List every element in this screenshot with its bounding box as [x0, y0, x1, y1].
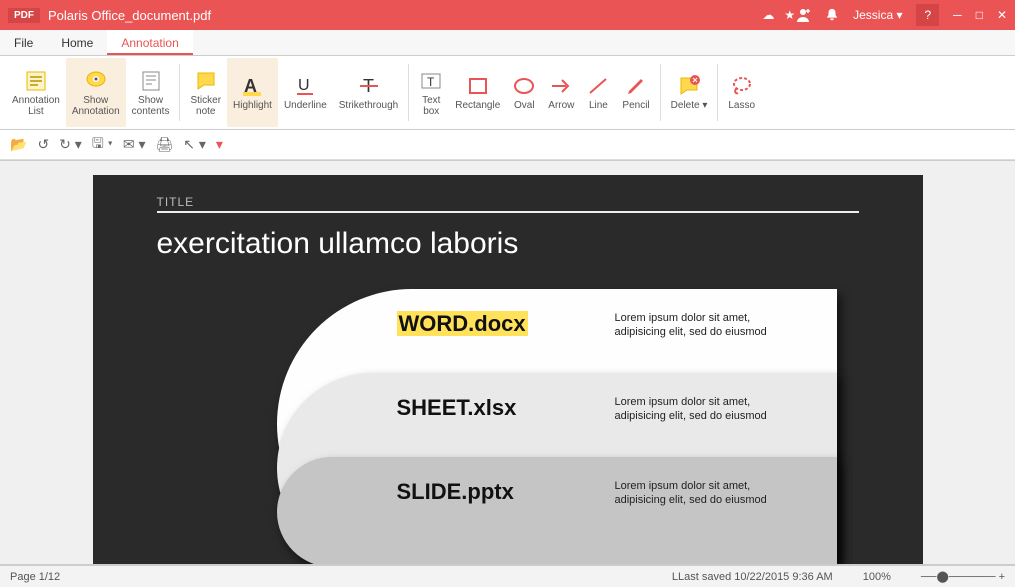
svg-text:U: U [298, 77, 310, 94]
slide-page: TITLE exercitation ullamco laboris WORD.… [93, 175, 923, 565]
redo-icon[interactable]: ↻ ▾ [59, 136, 82, 153]
document-canvas[interactable]: TITLE exercitation ullamco laboris WORD.… [0, 160, 1015, 565]
open-icon[interactable]: 📂 [10, 136, 27, 153]
textbox-button[interactable]: TText box [413, 58, 449, 127]
pdf-badge: PDF [8, 8, 40, 23]
mail-icon[interactable]: ✉ ▾ [123, 136, 146, 153]
pencil-button[interactable]: Pencil [616, 58, 655, 127]
card-stack: WORD.docx Lorem ipsum dolor sit amet, ad… [277, 289, 837, 565]
sticker-note-button[interactable]: Sticker note [184, 58, 227, 127]
tab-home[interactable]: Home [47, 30, 107, 55]
slide-title-label: TITLE [157, 195, 859, 213]
strikethrough-button[interactable]: TStrikethrough [333, 58, 404, 127]
ribbon: Annotation List Show Annotation Show con… [0, 56, 1015, 130]
card-body: Lorem ipsum dolor sit amet, adipisicing … [615, 311, 805, 340]
undo-icon[interactable]: ↺ [37, 136, 49, 153]
card-heading: SHEET.xlsx [397, 395, 587, 421]
ribbon-tabs: File Home Annotation [0, 30, 1015, 56]
save-icon[interactable]: 🖫 ▾ [92, 133, 113, 157]
tab-file[interactable]: File [0, 30, 47, 55]
zoom-level[interactable]: 100% [863, 571, 891, 583]
delete-annotation-button[interactable]: Delete ▾ [665, 58, 714, 127]
title-bar: PDF Polaris Office_document.pdf ☁ ★ Jess… [0, 0, 1015, 30]
page-indicator[interactable]: Page 1/12 [10, 571, 60, 583]
card-body: Lorem ipsum dolor sit amet, adipisicing … [615, 395, 805, 424]
arrow-button[interactable]: Arrow [542, 58, 580, 127]
bell-icon[interactable] [825, 8, 839, 22]
lasso-button[interactable]: Lasso [722, 58, 761, 127]
user-menu[interactable]: Jessica ▾ [853, 8, 902, 22]
maximize-button[interactable]: □ [976, 8, 983, 22]
oval-button[interactable]: Oval [506, 58, 542, 127]
line-button[interactable]: Line [580, 58, 616, 127]
show-annotation-button[interactable]: Show Annotation [66, 58, 126, 127]
card-slide: SLIDE.pptx Lorem ipsum dolor sit amet, a… [277, 457, 837, 565]
status-bar: Page 1/12 LLast saved 10/22/2015 9:36 AM… [0, 565, 1015, 587]
highlight-button[interactable]: AHighlight [227, 58, 278, 127]
underline-button[interactable]: UUnderline [278, 58, 333, 127]
card-body: Lorem ipsum dolor sit amet, adipisicing … [615, 479, 805, 508]
minimize-button[interactable]: ─ [953, 8, 962, 22]
last-saved: LLast saved 10/22/2015 9:36 AM [672, 571, 833, 583]
print-icon[interactable]: 🖨 [155, 136, 173, 153]
document-title: Polaris Office_document.pdf [48, 8, 762, 23]
tab-annotation[interactable]: Annotation [107, 30, 192, 55]
add-user-icon[interactable] [795, 7, 811, 23]
help-button[interactable]: ? [916, 4, 939, 26]
show-contents-button[interactable]: Show contents [126, 58, 176, 127]
rectangle-button[interactable]: Rectangle [449, 58, 506, 127]
cloud-icon[interactable]: ☁ [762, 8, 774, 22]
zoom-slider[interactable]: ──⬤────── + [921, 570, 1005, 583]
card-heading: SLIDE.pptx [397, 479, 587, 505]
card-heading: WORD.docx [397, 311, 587, 337]
more-icon[interactable]: ▾ [216, 136, 223, 153]
slide-subtitle: exercitation ullamco laboris [157, 227, 859, 261]
pointer-icon[interactable]: ↖ ▾ [183, 136, 206, 153]
quick-toolbar: 📂 ↺ ↻ ▾ 🖫 ▾ ✉ ▾ 🖨 ↖ ▾ ▾ [0, 130, 1015, 160]
star-icon[interactable]: ★ [784, 8, 795, 22]
close-button[interactable]: ✕ [997, 8, 1007, 22]
svg-text:T: T [427, 75, 435, 89]
annotation-list-button[interactable]: Annotation List [6, 58, 66, 127]
